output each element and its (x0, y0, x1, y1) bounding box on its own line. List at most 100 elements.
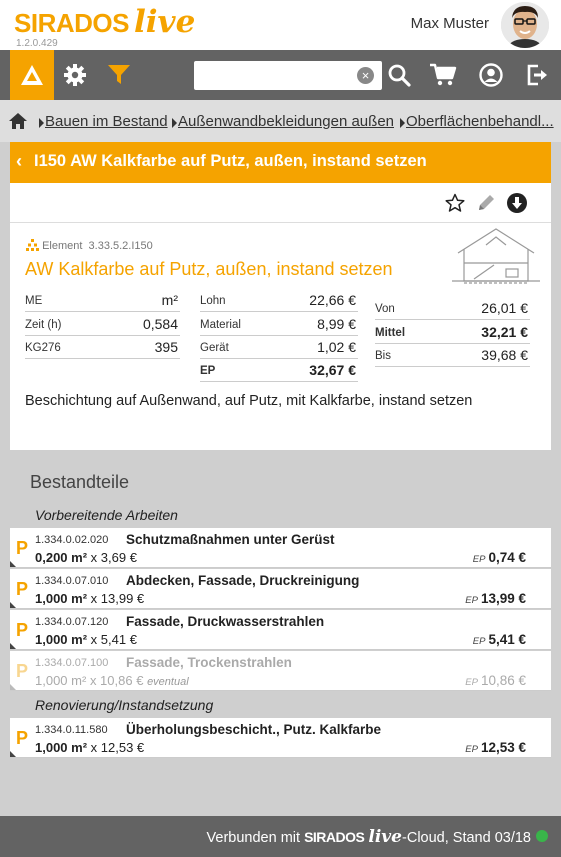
kv-row: Gerät 1,02 € (200, 337, 358, 359)
breadcrumb-separator-icon (39, 118, 44, 128)
sirados-live-logo[interactable]: SIRADOS live 1.2.0.429 (14, 4, 214, 49)
star-icon[interactable] (445, 193, 465, 213)
list-item-optional[interactable]: P 1.334.0.07.100 Fassade, Trockenstrahle… (10, 651, 551, 691)
pencil-icon[interactable] (476, 193, 496, 213)
list-item[interactable]: P 1.334.0.07.010 Abdecken, Fassade, Druc… (10, 569, 551, 609)
breadcrumb-item[interactable]: Oberflächenbehandl... (406, 113, 554, 130)
item-qty-value: 1,000 m² (35, 673, 87, 688)
home-button[interactable] (10, 50, 54, 100)
corner-indicator-icon (10, 602, 16, 608)
list-item[interactable]: P 1.334.0.11.580 Überholungsbeschicht., … (10, 718, 551, 758)
ep-value: 12,53 € (480, 740, 526, 755)
ep-label: EP (472, 636, 486, 647)
breadcrumb-separator-icon (172, 118, 177, 128)
ep-value: 0,74 € (488, 550, 526, 565)
item-ep: EP 12,53 € (465, 740, 526, 755)
connection-status-indicator (536, 830, 548, 842)
app-header: SIRADOS live 1.2.0.429 Max Muster (0, 0, 561, 50)
search-button[interactable] (384, 50, 414, 100)
action-row (10, 183, 551, 223)
item-quantity: 0,200 m² x 3,69 € (35, 550, 137, 565)
kv-label: Von (375, 303, 395, 315)
app-version: 1.2.0.429 (16, 38, 58, 49)
logout-icon (527, 64, 547, 86)
kv-row-mittel: Mittel 32,21 € (375, 322, 530, 344)
cart-icon (430, 63, 457, 86)
item-name: Überholungsbeschicht., Putz. Kalkfarbe (126, 722, 382, 737)
item-marker: P (16, 661, 29, 681)
kv-value: 32,67 € (309, 362, 356, 378)
item-qty-value: 0,200 m² (35, 550, 88, 565)
list-item[interactable]: P 1.334.0.07.120 Fassade, Druckwasserstr… (10, 610, 551, 650)
item-marker: P (16, 620, 29, 640)
kv-label: KG276 (25, 342, 61, 354)
kv-label: ME (25, 295, 43, 307)
cart-button[interactable] (426, 50, 460, 100)
kv-row: Zeit (h) 0,584 (25, 314, 180, 336)
item-unit-price: x 3,69 € (90, 550, 137, 565)
logo-brand: SIRADOS (14, 8, 129, 38)
toolbar: × (0, 50, 561, 100)
clear-search-icon[interactable]: × (357, 67, 374, 84)
item-code: 1.334.0.07.010 (35, 575, 109, 587)
kv-value: 32,21 € (481, 324, 528, 340)
status-footer: Verbunden mit SIRADOS live-Cloud, Stand … (0, 816, 561, 857)
ep-label: EP (465, 677, 478, 688)
kv-row: Lohn 22,66 € (200, 290, 358, 312)
item-marker: P (16, 579, 29, 599)
kv-row: Bis 39,68 € (375, 345, 530, 367)
element-code: 3.33.5.2.I150 (88, 240, 153, 252)
ep-label: EP (472, 554, 486, 565)
ep-value: 10,86 € (480, 673, 526, 688)
ep-label: EP (465, 744, 478, 755)
settings-button[interactable] (60, 50, 90, 100)
filter-icon (108, 65, 130, 84)
item-ep: EP 5,41 € (473, 632, 526, 647)
ep-label: EP (465, 595, 478, 606)
corner-indicator-icon (10, 684, 16, 690)
kv-value: m² (161, 292, 178, 308)
footer-brand: SIRADOS (304, 829, 365, 845)
corner-indicator-icon (10, 643, 16, 649)
kv-label: EP (200, 365, 216, 377)
item-name: Schutzmaßnahmen unter Gerüst (126, 532, 335, 547)
item-marker: P (16, 538, 29, 558)
home-icon[interactable] (8, 112, 28, 130)
kv-value: 395 (154, 339, 178, 355)
breadcrumb-item[interactable]: Außenwandbekleidungen außen (178, 113, 394, 130)
list-item[interactable]: P 1.334.0.02.020 Schutzmaßnahmen unter G… (10, 528, 551, 568)
logout-button[interactable] (522, 50, 552, 100)
item-quantity: 1,000 m² x 5,41 € (35, 632, 137, 647)
kv-label: Gerät (200, 342, 229, 354)
breadcrumb: Bauen im Bestand Außenwandbekleidungen a… (0, 100, 561, 142)
element-panel: Element 3.33.5.2.I150 AW Kalkfarbe auf P… (10, 183, 551, 450)
item-qty-value: 1,000 m² (35, 632, 88, 647)
element-hierarchy-icon (26, 239, 39, 251)
item-code: 1.334.0.07.120 (35, 616, 109, 628)
footer-live: live (368, 827, 403, 847)
corner-indicator-icon (10, 561, 16, 567)
corner-indicator-icon (10, 751, 16, 757)
element-title: AW Kalkfarbe auf Putz, außen, instand se… (25, 259, 393, 279)
download-icon[interactable] (506, 192, 528, 214)
breadcrumb-separator-icon (400, 118, 405, 128)
ep-value: 13,99 € (480, 591, 526, 606)
search-input[interactable] (194, 61, 382, 90)
kv-row-total: EP 32,67 € (200, 360, 358, 382)
back-chevron-icon[interactable]: ‹ (16, 151, 22, 172)
user-circle-icon (479, 63, 503, 87)
kv-row: KG276 395 (25, 337, 180, 359)
status-prefix: Verbunden mit (206, 830, 301, 846)
group-title: Vorbereitende Arbeiten (35, 507, 178, 523)
filter-button[interactable] (104, 50, 134, 100)
user-name[interactable]: Max Muster (411, 15, 489, 32)
item-qty-value: 1,000 m² (35, 740, 88, 755)
kv-value: 0,584 (142, 316, 178, 332)
breadcrumb-item[interactable]: Bauen im Bestand (45, 113, 168, 130)
profile-button[interactable] (476, 50, 506, 100)
ep-value: 5,41 € (488, 632, 526, 647)
item-name: Abdecken, Fassade, Druckreinigung (126, 573, 360, 588)
kv-label: Material (200, 319, 241, 331)
item-unit-price: x 13,99 € (90, 591, 145, 606)
avatar[interactable] (501, 2, 549, 48)
